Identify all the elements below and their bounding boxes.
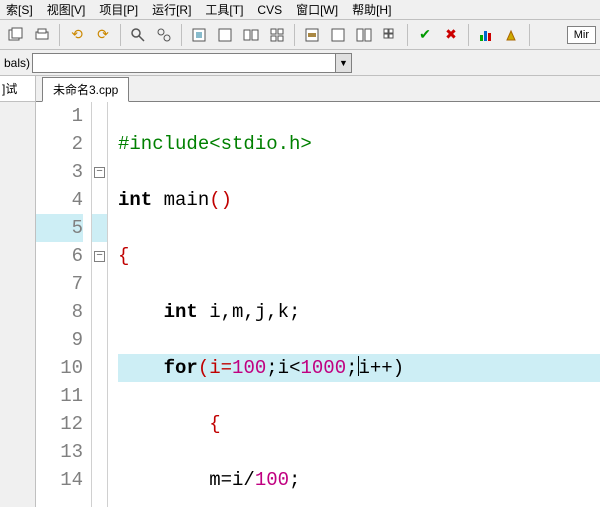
toolbar: ⟲ ⟳ ✔ ✖ Mir bbox=[0, 20, 600, 50]
menu-window[interactable]: 窗口[W] bbox=[296, 1, 338, 18]
fold-toggle-icon[interactable]: − bbox=[94, 167, 105, 178]
code-line[interactable]: #include<stdio.h> bbox=[118, 130, 600, 158]
gutter-ln: 11 bbox=[36, 382, 83, 410]
debug-icon[interactable] bbox=[300, 23, 324, 47]
tabbar: 未命名3.cpp bbox=[36, 76, 600, 102]
code-line[interactable]: int main() bbox=[118, 186, 600, 214]
file-tab-active[interactable]: 未命名3.cpp bbox=[42, 77, 129, 102]
rebuild-icon[interactable] bbox=[265, 23, 289, 47]
code-line[interactable]: int i,m,j,k; bbox=[118, 298, 600, 326]
globals-label: bals) bbox=[4, 56, 30, 70]
gutter-ln: 14 bbox=[36, 466, 83, 494]
compile-run-icon[interactable] bbox=[239, 23, 263, 47]
mir-button[interactable]: Mir bbox=[567, 26, 596, 44]
separator bbox=[529, 24, 530, 46]
grid-icon[interactable] bbox=[378, 23, 402, 47]
code-editor[interactable]: 1 2 3 4 5 6 7 8 9 10 11 12 13 14 − bbox=[36, 102, 600, 507]
separator bbox=[407, 24, 408, 46]
left-panel: ]试 bbox=[0, 76, 36, 507]
menu-view[interactable]: 视图[V] bbox=[47, 1, 86, 18]
gutter-ln: 4 bbox=[36, 186, 83, 214]
gutter-ln: 2 bbox=[36, 130, 83, 158]
compile-icon[interactable] bbox=[187, 23, 211, 47]
profile-icon[interactable] bbox=[474, 23, 498, 47]
save-all-icon[interactable] bbox=[4, 23, 28, 47]
main-panel: 未命名3.cpp 1 2 3 4 5 6 7 8 9 10 11 12 13 1… bbox=[36, 76, 600, 507]
undo-icon[interactable]: ⟲ bbox=[65, 23, 89, 47]
scope-combo[interactable]: ▼ bbox=[32, 53, 352, 73]
step-icon[interactable] bbox=[326, 23, 350, 47]
scope-row: bals) ▼ bbox=[0, 50, 600, 76]
menu-tools[interactable]: 工具[T] bbox=[205, 1, 243, 18]
gutter-ln: 13 bbox=[36, 438, 83, 466]
gutter: 1 2 3 4 5 6 7 8 9 10 11 12 13 14 bbox=[36, 102, 92, 507]
gutter-ln: 8 bbox=[36, 298, 83, 326]
gutter-ln: 1 bbox=[36, 102, 83, 130]
gutter-ln: 5 bbox=[36, 214, 83, 242]
check-icon[interactable]: ✔ bbox=[413, 23, 437, 47]
clean-icon[interactable] bbox=[500, 23, 524, 47]
menubar: 索[S] 视图[V] 项目[P] 运行[R] 工具[T] CVS 窗口[W] 帮… bbox=[0, 0, 600, 20]
separator bbox=[294, 24, 295, 46]
replace-icon[interactable] bbox=[152, 23, 176, 47]
run-icon[interactable] bbox=[213, 23, 237, 47]
separator bbox=[120, 24, 121, 46]
code-area[interactable]: #include<stdio.h> int main() { int i,m,j… bbox=[108, 102, 600, 507]
menu-cvs[interactable]: CVS bbox=[257, 3, 282, 17]
gutter-ln: 12 bbox=[36, 410, 83, 438]
gutter-ln: 6 bbox=[36, 242, 83, 270]
gutter-ln: 10 bbox=[36, 354, 83, 382]
debug-side-tab[interactable]: ]试 bbox=[0, 76, 35, 102]
step-over-icon[interactable] bbox=[352, 23, 376, 47]
find-icon[interactable] bbox=[126, 23, 150, 47]
fold-column: − − bbox=[92, 102, 108, 507]
gutter-ln: 9 bbox=[36, 326, 83, 354]
code-line[interactable]: { bbox=[118, 242, 600, 270]
code-line[interactable]: m=i/100; bbox=[118, 466, 600, 494]
menu-help[interactable]: 帮助[H] bbox=[352, 1, 391, 18]
code-line[interactable]: { bbox=[118, 410, 600, 438]
gutter-ln: 3 bbox=[36, 158, 83, 186]
fold-toggle-icon[interactable]: − bbox=[94, 251, 105, 262]
menu-project[interactable]: 项目[P] bbox=[99, 1, 138, 18]
separator bbox=[59, 24, 60, 46]
menu-search[interactable]: 索[S] bbox=[6, 1, 33, 18]
redo-icon[interactable]: ⟳ bbox=[91, 23, 115, 47]
menu-run[interactable]: 运行[R] bbox=[152, 1, 191, 18]
separator bbox=[468, 24, 469, 46]
body-area: ]试 未命名3.cpp 1 2 3 4 5 6 7 8 9 10 11 12 1… bbox=[0, 76, 600, 507]
print-icon[interactable] bbox=[30, 23, 54, 47]
code-line-active[interactable]: for(i=100;i<1000;i++) bbox=[118, 354, 600, 382]
chevron-down-icon[interactable]: ▼ bbox=[335, 54, 351, 72]
separator bbox=[181, 24, 182, 46]
cancel-icon[interactable]: ✖ bbox=[439, 23, 463, 47]
gutter-ln: 7 bbox=[36, 270, 83, 298]
